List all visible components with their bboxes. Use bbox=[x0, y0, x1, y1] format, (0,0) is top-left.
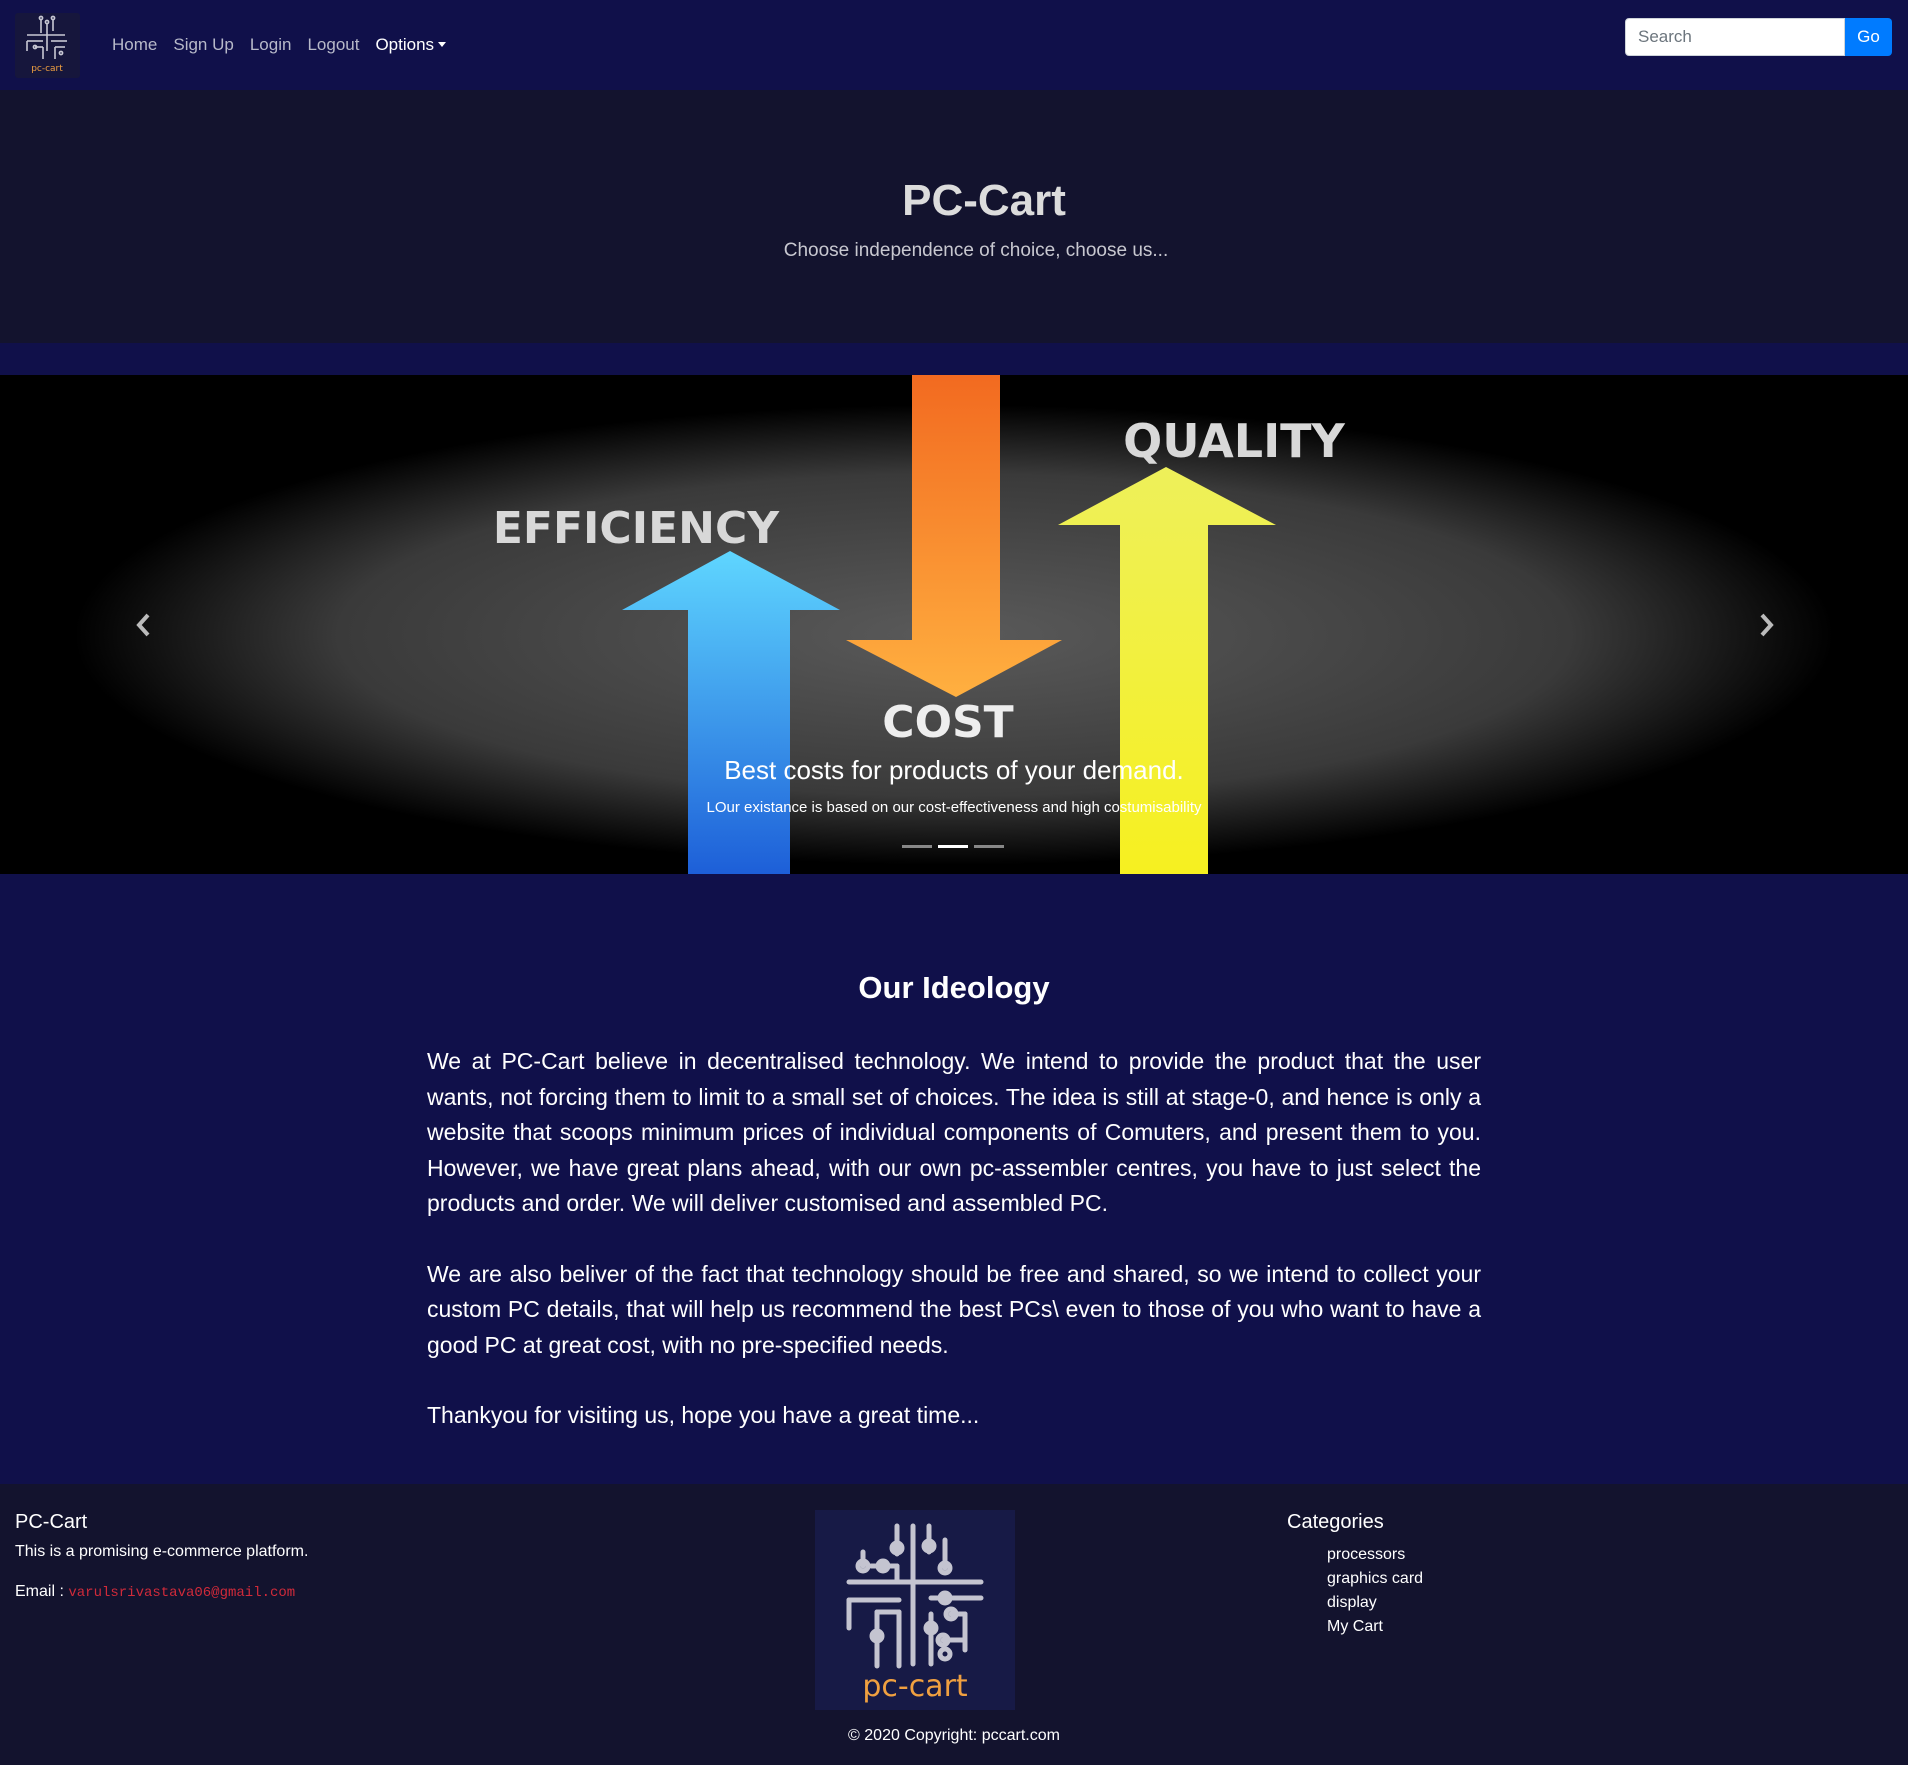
ideology-text: We at PC-Cart believe in decentralised t… bbox=[427, 1044, 1481, 1469]
categories-list: processors graphics card display My Cart bbox=[1327, 1543, 1423, 1639]
nav-home-link[interactable]: Home bbox=[112, 35, 157, 55]
carousel-indicator-3[interactable] bbox=[974, 845, 1004, 848]
footer-logo: pc-cart bbox=[815, 1510, 1015, 1710]
search-go-button[interactable]: Go bbox=[1845, 18, 1892, 56]
ideology-heading: Our Ideology bbox=[858, 970, 1050, 1005]
category-display-link[interactable]: display bbox=[1327, 1594, 1377, 1611]
brand-logo[interactable]: pc-cart bbox=[15, 13, 80, 78]
search-form: Go bbox=[1625, 18, 1892, 56]
options-label: Options bbox=[375, 35, 435, 54]
footer: PC-Cart This is a promising e-commerce p… bbox=[0, 1484, 1908, 1765]
category-graphics-card-link[interactable]: graphics card bbox=[1327, 1570, 1423, 1587]
email-label: Email : bbox=[15, 1583, 64, 1600]
ideology-paragraph: Thankyou for visiting us, hope you have … bbox=[427, 1402, 980, 1428]
circuit-logo-icon: pc-cart bbox=[846, 1523, 984, 1704]
chevron-right-icon bbox=[1760, 613, 1774, 637]
circuit-logo-icon: pc-cart bbox=[26, 15, 67, 74]
categories-title: Categories bbox=[1287, 1511, 1384, 1533]
list-item: graphics card bbox=[1327, 1567, 1423, 1591]
nav-links: Home Sign Up Login Logout Options bbox=[112, 35, 447, 55]
ideology-paragraph: We at PC-Cart believe in decentralised t… bbox=[427, 1048, 1481, 1216]
navbar: pc-cart Home Sign Up Login Logout Option… bbox=[0, 0, 1908, 90]
category-processors-link[interactable]: processors bbox=[1327, 1546, 1405, 1563]
my-cart-link[interactable]: My Cart bbox=[1327, 1618, 1383, 1635]
svg-text:COST: COST bbox=[882, 697, 1013, 748]
search-input[interactable] bbox=[1625, 18, 1845, 56]
svg-text:EFFICIENCY: EFFICIENCY bbox=[493, 503, 780, 554]
ideology-section: Our Ideology We at PC-Cart believe in de… bbox=[0, 874, 1908, 1484]
svg-text:QUALITY: QUALITY bbox=[1123, 414, 1345, 468]
list-item: display bbox=[1327, 1591, 1423, 1615]
carousel-next-button[interactable] bbox=[1754, 611, 1778, 639]
hero-jumbotron: PC-Cart Choose independence of choice, c… bbox=[0, 90, 1908, 343]
carousel-indicators bbox=[902, 845, 1004, 848]
footer-email: Email : varulsrivastava06@gmail.com bbox=[15, 1583, 295, 1601]
list-item: processors bbox=[1327, 1543, 1423, 1567]
footer-title: PC-Cart bbox=[15, 1511, 88, 1533]
carousel-indicator-2[interactable] bbox=[938, 845, 968, 848]
copyright: © 2020 Copyright: pccart.com bbox=[848, 1727, 1060, 1744]
options-dropdown[interactable]: Options bbox=[375, 35, 447, 55]
caption-title: Best costs for products of your demand. bbox=[724, 755, 1184, 785]
footer-description: This is a promising e-commerce platform. bbox=[15, 1543, 309, 1560]
carousel-indicator-1[interactable] bbox=[902, 845, 932, 848]
nav-login-link[interactable]: Login bbox=[250, 35, 292, 55]
nav-logout-link[interactable]: Logout bbox=[307, 35, 359, 55]
email-address[interactable]: varulsrivastava06@gmail.com bbox=[68, 1585, 295, 1601]
svg-text:pc-cart: pc-cart bbox=[862, 1669, 968, 1704]
svg-text:pc-cart: pc-cart bbox=[31, 64, 63, 74]
hero-subtitle: Choose independence of choice, choose us… bbox=[783, 240, 1169, 261]
hero-title: PC-Cart bbox=[902, 176, 1066, 225]
carousel: EFFICIENCY QUALITY COST Best costs for p… bbox=[0, 375, 1908, 874]
chevron-left-icon bbox=[136, 613, 150, 637]
caption-text: LOur existance is based on our cost-effe… bbox=[706, 799, 1202, 816]
list-item: My Cart bbox=[1327, 1615, 1423, 1639]
carousel-prev-button[interactable] bbox=[132, 611, 156, 639]
nav-signup-link[interactable]: Sign Up bbox=[173, 35, 233, 55]
ideology-paragraph: We are also beliver of the fact that tec… bbox=[427, 1260, 1481, 1358]
caret-down-icon bbox=[438, 42, 447, 47]
